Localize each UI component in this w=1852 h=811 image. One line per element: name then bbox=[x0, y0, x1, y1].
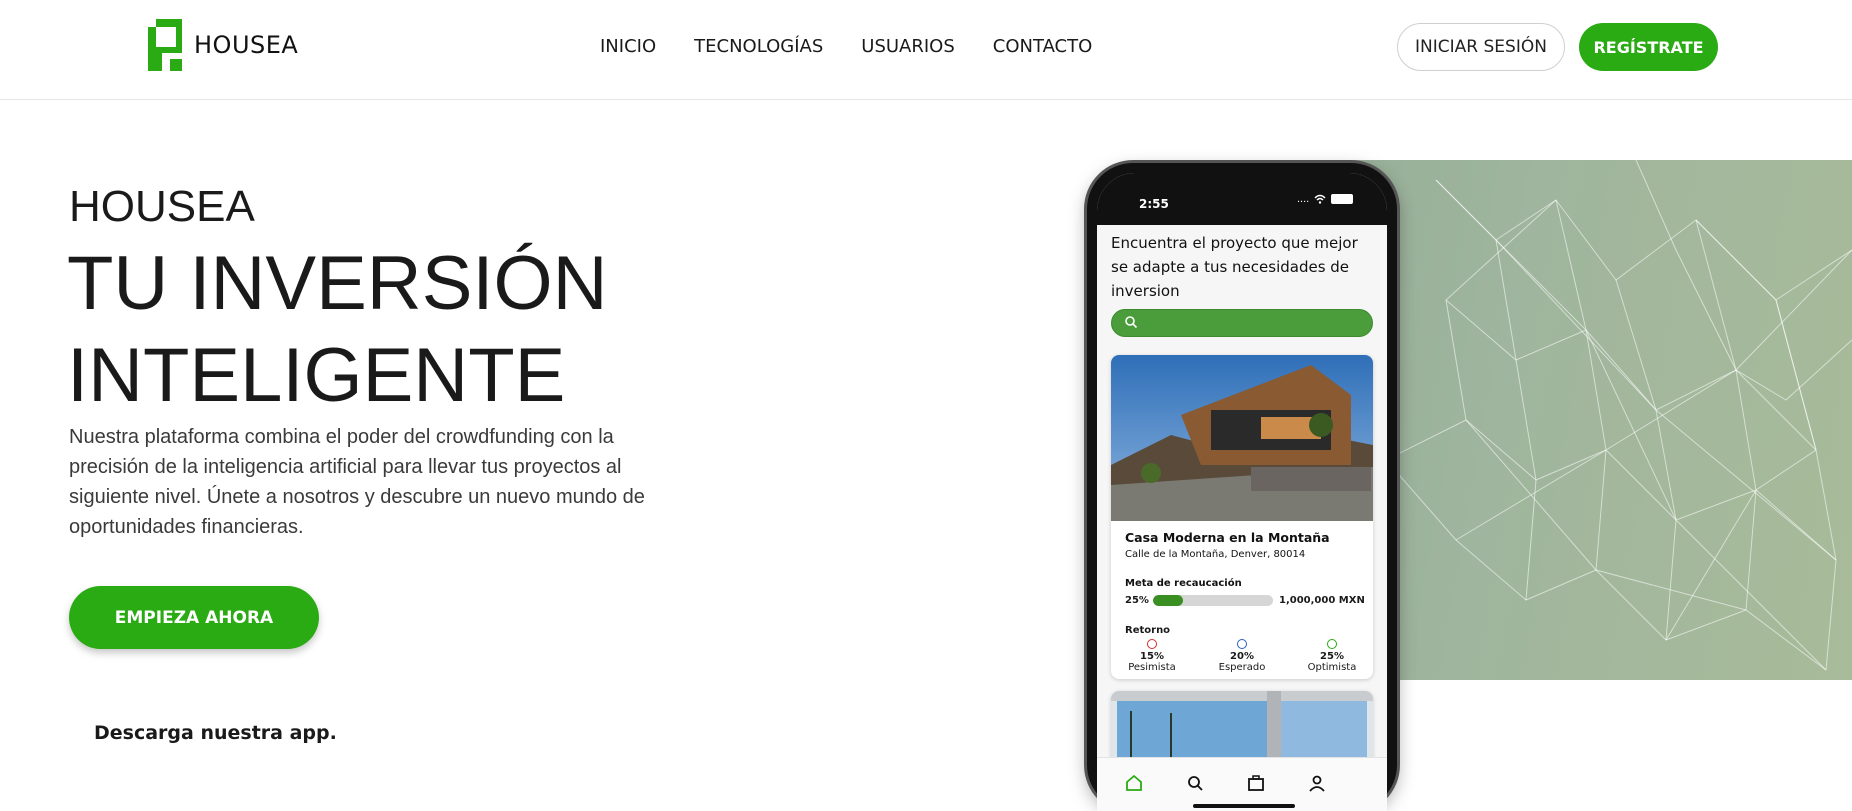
housea-logo-icon bbox=[148, 19, 182, 71]
sad-face-icon bbox=[1147, 639, 1157, 649]
phone-status-bar: 2:55 .... bbox=[1097, 173, 1387, 225]
return-expected: 20% Esperado bbox=[1207, 639, 1277, 673]
project-card-2[interactable] bbox=[1111, 691, 1373, 761]
project-address: Calle de la Montaña, Denver, 80014 bbox=[1125, 549, 1306, 560]
status-icons: .... bbox=[1297, 193, 1354, 205]
login-button[interactable]: INICIAR SESIÓN bbox=[1397, 23, 1565, 71]
nav-inicio[interactable]: INICIO bbox=[600, 36, 656, 57]
goal-progress-bar bbox=[1153, 595, 1273, 606]
wifi-icon bbox=[1314, 194, 1326, 204]
top-navbar: HOUSEA INICIO TECNOLOGÍAS USUARIOS CONTA… bbox=[0, 0, 1852, 100]
battery-icon bbox=[1331, 194, 1354, 204]
return-optimist: 25% Optimista bbox=[1297, 639, 1367, 673]
nav-contacto[interactable]: CONTACTO bbox=[993, 36, 1093, 57]
headline-line-1: TU INVERSIÓN bbox=[67, 241, 608, 326]
nav-tecnologias[interactable]: TECNOLOGÍAS bbox=[694, 36, 823, 57]
goal-label: Meta de recaucación bbox=[1125, 578, 1242, 589]
phone-screen: 2:55 .... Encuentra el proyecto que mejo… bbox=[1097, 173, 1387, 811]
hero-headline: TU INVERSIÓN INTELIGENTE bbox=[67, 238, 827, 422]
user-icon[interactable] bbox=[1306, 772, 1328, 794]
search-icon bbox=[1125, 316, 1138, 329]
signal-icon: .... bbox=[1297, 193, 1310, 205]
hero-eyebrow: HOUSEA bbox=[69, 182, 255, 231]
hero-description: Nuestra plataforma combina el poder del … bbox=[69, 426, 645, 538]
home-icon[interactable] bbox=[1123, 772, 1145, 794]
download-app-text: Descarga nuestra app. bbox=[94, 722, 337, 744]
project-image bbox=[1111, 355, 1373, 521]
project-title: Casa Moderna en la Montaña bbox=[1125, 530, 1330, 545]
nav-usuarios[interactable]: USUARIOS bbox=[861, 36, 955, 57]
start-now-button[interactable]: EMPIEZA AHORA bbox=[69, 586, 319, 649]
returns-label: Retorno bbox=[1125, 625, 1171, 636]
phone-heading: Encuentra el proyecto que mejor se adapt… bbox=[1111, 234, 1358, 300]
register-button[interactable]: REGÍSTRATE bbox=[1579, 23, 1718, 71]
return-label: Pesimista bbox=[1128, 662, 1176, 673]
search-icon[interactable] bbox=[1184, 772, 1206, 794]
headline-line-2: INTELIGENTE bbox=[67, 333, 566, 418]
goal-amount: 1,000,000 MXN bbox=[1279, 595, 1365, 606]
neutral-face-icon bbox=[1237, 639, 1247, 649]
project-card[interactable]: Casa Moderna en la Montaña Calle de la M… bbox=[1111, 355, 1373, 679]
return-percent: 15% bbox=[1140, 651, 1164, 662]
happy-face-icon bbox=[1327, 639, 1337, 649]
goal-percent: 25% bbox=[1125, 595, 1149, 606]
phone-mockup: 2:55 .... Encuentra el proyecto que mejo… bbox=[1087, 163, 1397, 811]
home-indicator bbox=[1193, 804, 1295, 808]
phone-search-bar[interactable] bbox=[1111, 309, 1373, 337]
goal-progress-fill bbox=[1153, 595, 1183, 606]
phone-tab-bar bbox=[1097, 757, 1387, 811]
project-image-2 bbox=[1111, 691, 1373, 761]
brand-logo[interactable]: HOUSEA bbox=[148, 19, 298, 71]
return-percent: 20% bbox=[1230, 651, 1254, 662]
return-pessimist: 15% Pesimista bbox=[1117, 639, 1187, 673]
return-label: Optimista bbox=[1307, 662, 1357, 673]
main-menu: INICIO TECNOLOGÍAS USUARIOS CONTACTO bbox=[600, 36, 1092, 57]
return-label: Esperado bbox=[1218, 662, 1266, 673]
briefcase-icon[interactable] bbox=[1245, 772, 1267, 794]
status-time: 2:55 bbox=[1139, 197, 1169, 211]
brand-name: HOUSEA bbox=[194, 31, 299, 59]
return-percent: 25% bbox=[1320, 651, 1344, 662]
